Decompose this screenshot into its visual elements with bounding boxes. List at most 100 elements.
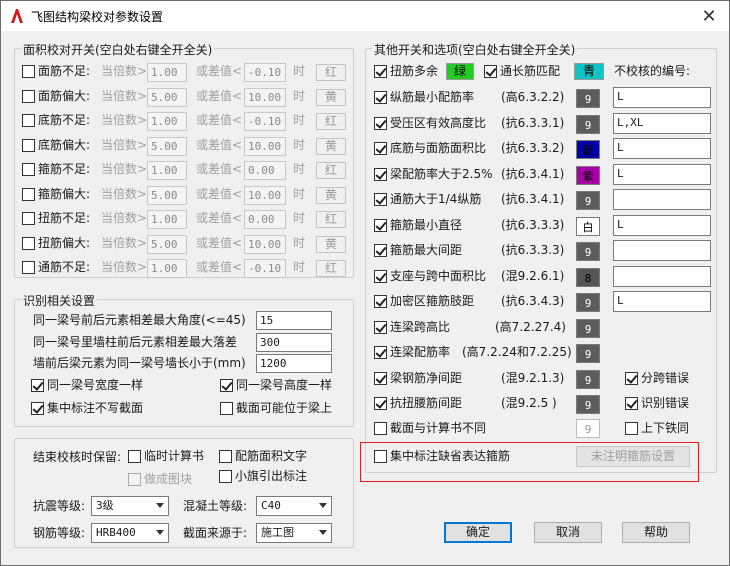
mult-input[interactable]: 5.00 <box>147 185 187 205</box>
diff-input[interactable]: -0.10 <box>244 259 286 278</box>
rebar-grade-select[interactable]: HRB400 <box>91 523 169 543</box>
color-swatch[interactable]: 红 <box>316 162 346 179</box>
mult-input[interactable]: 5.00 <box>147 136 187 156</box>
option-checkbox[interactable] <box>374 193 387 206</box>
exclude-ids-input[interactable]: L <box>613 87 711 108</box>
option-checkbox[interactable] <box>374 295 387 308</box>
diff-input[interactable]: 10.00 <box>244 234 286 254</box>
calc-book-checkbox[interactable] <box>128 450 141 463</box>
option-checkbox[interactable] <box>374 167 387 181</box>
same-height-checkbox[interactable] <box>220 379 233 392</box>
seismic-grade-select[interactable]: 3级 <box>91 496 169 516</box>
area-row-checkbox[interactable] <box>22 65 35 78</box>
exclude-ids-input[interactable] <box>613 265 711 287</box>
option-checkbox[interactable] <box>374 244 387 257</box>
option-badge[interactable]: 紫 <box>576 165 600 185</box>
mult-input[interactable]: 1.00 <box>147 210 187 229</box>
area-row-checkbox[interactable] <box>22 114 35 127</box>
diff-input[interactable]: 10.00 <box>244 87 286 107</box>
exclude-ids-input[interactable] <box>613 189 711 210</box>
exclude-ids-input[interactable] <box>613 240 711 261</box>
option-badge[interactable]: 9 <box>576 114 600 134</box>
ok-button[interactable]: 确定 <box>444 522 512 543</box>
option-checkbox[interactable] <box>374 142 387 155</box>
option-badge[interactable]: 9 <box>576 318 600 338</box>
color-swatch[interactable]: 黄 <box>316 88 346 106</box>
option-badge[interactable]: 9 <box>576 344 600 363</box>
diff-input[interactable]: -0.10 <box>244 63 286 82</box>
diff-input[interactable]: 10.00 <box>244 185 286 205</box>
exclude-ids-input[interactable]: L,XL <box>613 112 711 134</box>
area-row-checkbox[interactable] <box>22 163 35 176</box>
option-badge[interactable]: 9 <box>576 293 600 312</box>
close-icon[interactable]: ✕ <box>695 4 723 28</box>
area-text-checkbox[interactable] <box>219 450 232 463</box>
color-swatch[interactable]: 红 <box>316 113 346 130</box>
area-row-checkbox[interactable] <box>22 212 35 225</box>
color-swatch[interactable]: 红 <box>316 260 346 277</box>
default-stirrup-checkbox[interactable] <box>374 450 387 463</box>
exclude-ids-input[interactable]: L <box>613 291 711 312</box>
angle-input[interactable]: 15 <box>256 311 332 330</box>
color-swatch[interactable]: 黄 <box>316 137 346 155</box>
area-row-checkbox[interactable] <box>22 138 35 152</box>
through-color-swatch[interactable]: 青 <box>574 63 604 80</box>
through-rebar-checkbox[interactable] <box>484 65 497 78</box>
option-badge[interactable]: 9 <box>576 242 600 261</box>
option-badge[interactable]: 9 <box>576 89 600 108</box>
recog-error-checkbox[interactable] <box>625 397 638 410</box>
exclude-ids-input[interactable]: L <box>613 138 711 159</box>
diff-input[interactable]: 0.00 <box>244 161 286 180</box>
area-row-checkbox[interactable] <box>22 89 35 103</box>
cancel-button[interactable]: 取消 <box>534 522 602 543</box>
mult-input[interactable]: 1.00 <box>147 63 187 82</box>
option-checkbox[interactable] <box>374 397 387 410</box>
option-badge[interactable]: 9 <box>576 395 600 414</box>
option-checkbox[interactable] <box>374 320 387 334</box>
option-badge[interactable]: 9 <box>576 191 600 210</box>
option-badge[interactable]: 8 <box>576 267 600 287</box>
option-badge[interactable]: 9 <box>576 369 600 389</box>
section-calc-diff-checkbox[interactable] <box>374 422 387 435</box>
option-checkbox[interactable] <box>374 269 387 283</box>
color-swatch[interactable]: 红 <box>316 211 346 228</box>
same-width-checkbox[interactable] <box>31 379 44 392</box>
drop-input[interactable]: 300 <box>256 333 332 352</box>
area-row-checkbox[interactable] <box>22 261 35 274</box>
concrete-grade-select[interactable]: C40 <box>256 496 332 516</box>
section-on-beam-checkbox[interactable] <box>220 402 233 415</box>
section-source-select[interactable]: 施工图 <box>256 523 332 543</box>
no-section-in-label-checkbox[interactable] <box>31 402 44 415</box>
area-row-checkbox[interactable] <box>22 187 35 201</box>
option-badge[interactable]: 蓝 <box>576 140 600 159</box>
option-checkbox[interactable] <box>374 116 387 130</box>
flag-label-checkbox[interactable] <box>219 470 232 483</box>
color-swatch[interactable]: 黄 <box>316 235 346 253</box>
option-checkbox[interactable] <box>374 371 387 385</box>
option-checkbox[interactable] <box>374 346 387 359</box>
color-swatch[interactable]: 红 <box>316 64 346 81</box>
area-row-checkbox[interactable] <box>22 236 35 250</box>
mult-input[interactable]: 5.00 <box>147 234 187 254</box>
diff-input[interactable]: 0.00 <box>244 210 286 229</box>
torsion-color-swatch[interactable]: 绿 <box>446 63 474 80</box>
option-checkbox[interactable] <box>374 91 387 104</box>
exclude-ids-input[interactable]: L <box>613 163 711 185</box>
mult-input[interactable]: 1.00 <box>147 161 187 180</box>
wall-length-input[interactable]: 1200 <box>256 354 332 373</box>
section-calc-diff-badge[interactable]: 9 <box>576 419 600 438</box>
mult-input[interactable]: 1.00 <box>147 112 187 131</box>
diff-input[interactable]: 10.00 <box>244 136 286 156</box>
help-button[interactable]: 帮助 <box>622 522 690 543</box>
stirrup-settings-button[interactable]: 未注明箍筋设置 <box>576 446 690 467</box>
mult-input[interactable]: 1.00 <box>147 259 187 278</box>
option-checkbox[interactable] <box>374 218 387 232</box>
mult-input[interactable]: 5.00 <box>147 87 187 107</box>
torsion-excess-checkbox[interactable] <box>374 65 387 78</box>
make-block-checkbox[interactable] <box>128 473 141 486</box>
diff-input[interactable]: -0.10 <box>244 112 286 131</box>
exclude-ids-input[interactable]: L <box>613 214 711 236</box>
option-badge[interactable]: 白 <box>576 216 600 236</box>
top-bottom-same-checkbox[interactable] <box>625 422 638 435</box>
color-swatch[interactable]: 黄 <box>316 186 346 204</box>
